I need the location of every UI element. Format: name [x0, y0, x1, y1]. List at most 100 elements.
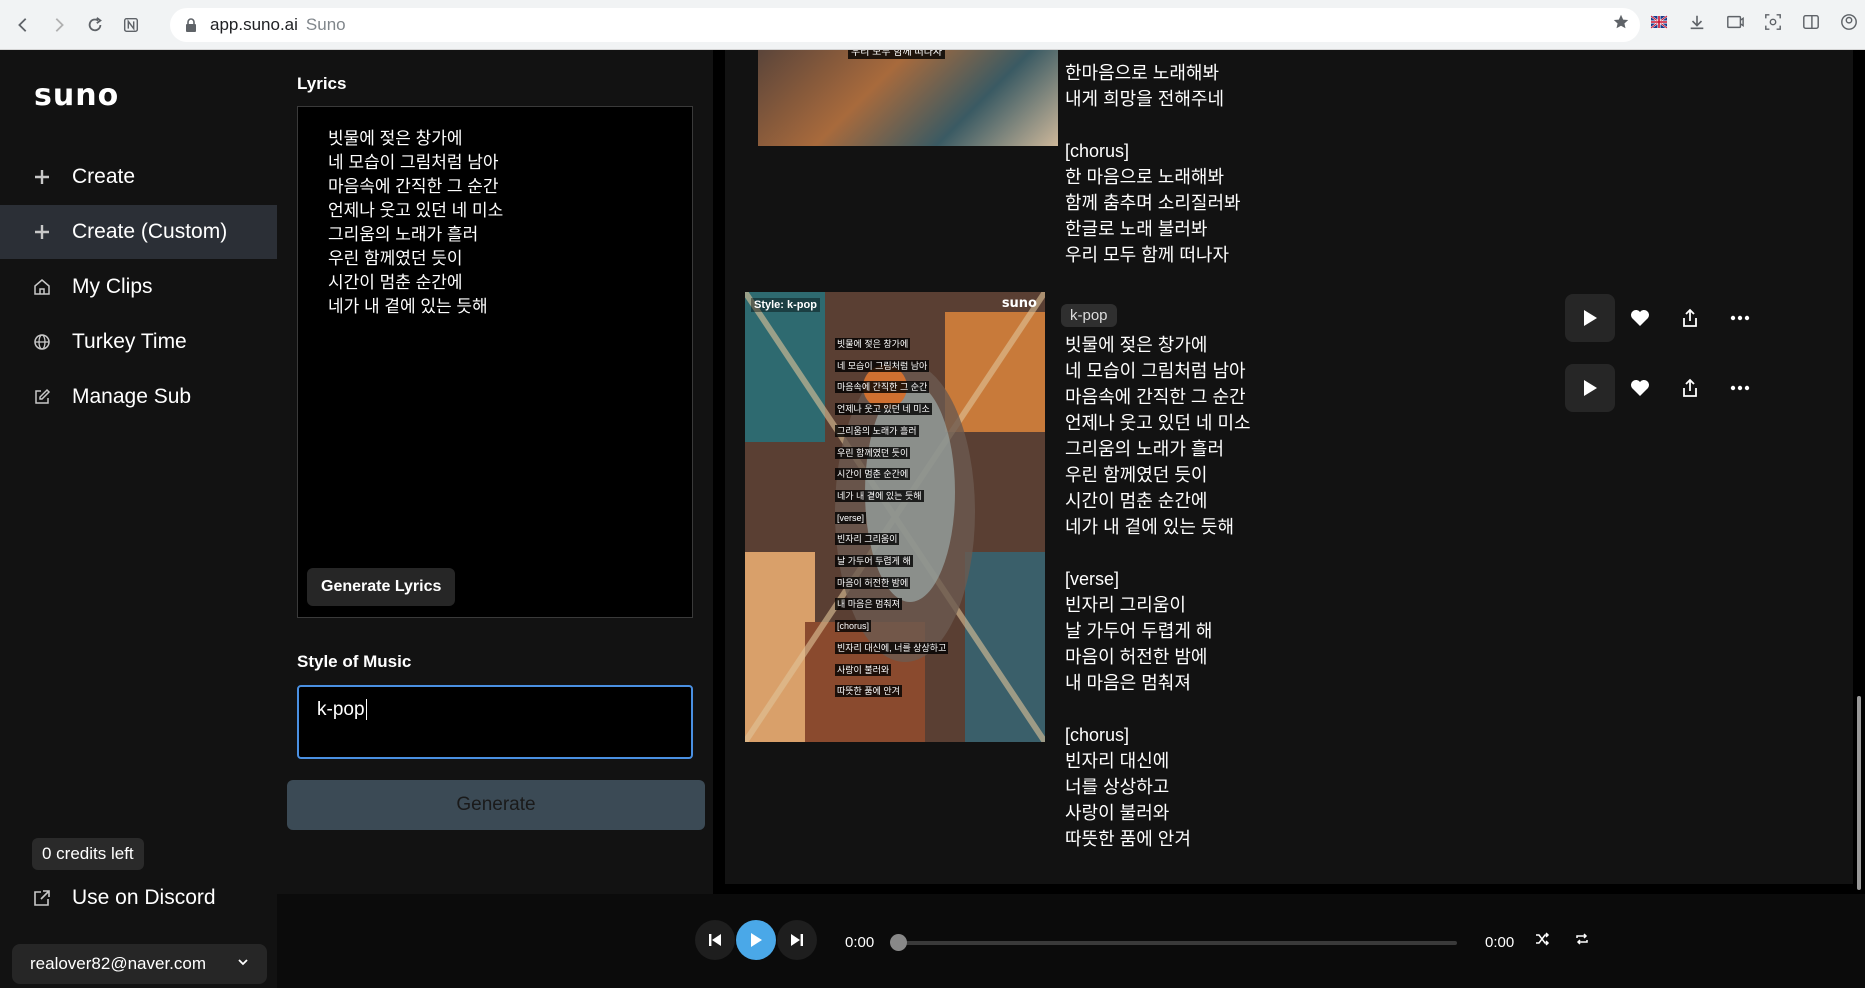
thumb-line: 빗물에 젖은 창가에 [835, 338, 911, 350]
style-input[interactable]: k-pop [297, 685, 693, 759]
reload-icon[interactable] [82, 12, 108, 38]
sidebar-item-create[interactable]: Create [0, 150, 277, 204]
thumb-line: 네 모습이 그림처럼 남아 [835, 359, 930, 372]
notion-icon[interactable] [118, 12, 144, 38]
sidebar-item-label: My Clips [72, 275, 153, 298]
player-play-button[interactable] [736, 920, 776, 960]
suno-logo[interactable]: suno [34, 78, 119, 113]
profile-icon[interactable] [1837, 10, 1861, 34]
thumb-line: 마음속에 간직한 그 순간 [835, 381, 930, 394]
audio-player: 0:00 0:00 [277, 894, 1865, 988]
clip-card: Style: k-pop suno 빗물에 젖은 창가에 네 모습이 그림처럼 … [725, 274, 1853, 884]
globe-icon [32, 332, 52, 352]
lyrics-line: 언제나 웃고 있던 네 미소 [328, 201, 504, 220]
play-icon [1584, 310, 1597, 326]
generate-lyrics-button[interactable]: Generate Lyrics [307, 568, 456, 606]
sidebar-item-label: Create [72, 165, 136, 188]
flag-extension-icon[interactable] [1647, 10, 1671, 34]
url-host: app.suno.ai [210, 15, 298, 34]
lyrics-line: 네가 내 곁에 있는 듯해 [328, 297, 488, 316]
clip-actions [1565, 364, 1765, 412]
address-bar[interactable]: app.suno.ai Suno [170, 8, 1640, 42]
thumb-line: 날 가두어 두렵게 해 [835, 555, 913, 568]
more-icon[interactable] [1715, 294, 1765, 342]
clip-thumbnail[interactable]: Style: k-pop suno 빗물에 젖은 창가에 네 모습이 그림처럼 … [745, 292, 1045, 742]
thumb-line: 빈자리 대신에, 너를 상상하고 [835, 641, 949, 654]
plus-icon [32, 167, 52, 187]
sidebar-item-my-clips[interactable]: My Clips [0, 260, 277, 314]
account-email: realover82@naver.com [30, 954, 207, 973]
thumb-line: [chorus] [835, 620, 872, 633]
clip-card: 우리 모두 함께 떠나자 한마음으로 노래해봐 내게 희망을 전해주네 [cho… [725, 50, 1853, 312]
style-tag[interactable]: k-pop [1061, 304, 1117, 327]
thumb-line: 시간이 멈춘 순간에 [835, 468, 911, 481]
play-icon [1584, 380, 1597, 396]
skip-back-icon [709, 934, 721, 946]
lyrics-line: 빗물에 젖은 창가에 [328, 129, 463, 148]
external-link-icon [32, 888, 52, 908]
feed-scrollbar[interactable] [1857, 696, 1861, 890]
share-icon[interactable] [1665, 294, 1715, 342]
discord-link[interactable]: Use on Discord [32, 874, 216, 922]
time-current: 0:00 [845, 934, 875, 951]
create-form: Lyrics 빗물에 젖은 창가에 네 모습이 그림처럼 남아 마음속에 간직한… [277, 50, 713, 894]
cast-icon[interactable] [1723, 10, 1747, 34]
forward-icon[interactable] [46, 12, 72, 38]
generate-button[interactable]: Generate [287, 780, 705, 830]
plus-icon [32, 222, 52, 242]
page-title: Suno [305, 15, 346, 34]
lyrics-line: 그리움의 노래가 흘러 [328, 225, 479, 244]
download-icon[interactable] [1685, 10, 1709, 34]
chevron-down-icon [238, 959, 248, 966]
thumb-line: 언제나 웃고 있던 네 미소 [835, 403, 932, 416]
previous-button[interactable] [695, 920, 735, 960]
thumb-line: 마음이 허전한 밤에 [835, 576, 911, 589]
thumb-line: [verse] [835, 511, 867, 524]
edit-icon [32, 387, 52, 407]
discord-label: Use on Discord [72, 886, 216, 909]
account-menu[interactable]: realover82@naver.com [12, 944, 267, 984]
clip-lyrics: 한마음으로 노래해봐 내게 희망을 전해주네 [chorus] 한 마음으로 노… [1065, 63, 1241, 265]
repeat-icon[interactable] [1567, 924, 1597, 954]
skip-forward-icon [791, 934, 803, 946]
clip-lyrics: 빗물에 젖은 창가에 네 모습이 그림처럼 남아 마음속에 간직한 그 순간 언… [1065, 335, 1251, 849]
progress-handle[interactable] [890, 934, 907, 951]
sidebar-item-label: Create (Custom) [72, 220, 228, 243]
thumb-style-label: Style: k-pop [751, 298, 820, 312]
home-icon [32, 277, 52, 297]
sidebar-item-create-custom[interactable]: Create (Custom) [0, 205, 277, 259]
play-button[interactable] [1565, 294, 1615, 342]
clip-actions [1565, 294, 1765, 342]
lyrics-textarea[interactable]: 빗물에 젖은 창가에 네 모습이 그림처럼 남아 마음속에 간직한 그 순간 언… [297, 106, 693, 618]
progress-track[interactable] [895, 941, 1457, 945]
clip-thumbnail[interactable]: 우리 모두 함께 떠나자 [758, 50, 1058, 146]
sidebar-item-manage-sub[interactable]: Manage Sub [0, 370, 277, 424]
thumb-line: 따뜻한 품에 안겨 [835, 685, 902, 698]
screenshot-icon[interactable] [1761, 10, 1785, 34]
style-label: Style of Music [297, 652, 412, 671]
lyrics-line: 우린 함께였던 듯이 [328, 249, 463, 268]
back-icon[interactable] [10, 12, 36, 38]
thumb-line: 사랑이 불러와 [835, 663, 892, 676]
like-icon[interactable] [1615, 294, 1665, 342]
clips-feed: 우리 모두 함께 떠나자 한마음으로 노래해봐 내게 희망을 전해주네 [cho… [713, 50, 1865, 894]
sidebar-item-label: Manage Sub [72, 385, 192, 408]
sidebar-item-turkey-time[interactable]: Turkey Time [0, 315, 277, 369]
lyrics-line: 시간이 멈춘 순간에 [328, 273, 463, 292]
play-button[interactable] [1565, 364, 1615, 412]
thumb-line: 그리움의 노래가 흘러 [835, 424, 919, 437]
style-value: k-pop [317, 699, 365, 720]
shuffle-icon[interactable] [1527, 924, 1557, 954]
sidebar-toggle-icon[interactable] [1799, 10, 1823, 34]
thumb-line: 우린 함께였던 듯이 [835, 446, 911, 459]
next-button[interactable] [777, 920, 817, 960]
thumb-line: 내 마음은 멈춰져 [835, 598, 902, 611]
time-total: 0:00 [1485, 934, 1515, 951]
more-icon[interactable] [1715, 364, 1765, 412]
share-icon[interactable] [1665, 364, 1715, 412]
thumb-line: 빈자리 그리움이 [835, 533, 900, 546]
sidebar-item-label: Turkey Time [72, 330, 187, 353]
star-icon[interactable] [1609, 10, 1633, 34]
like-icon[interactable] [1615, 364, 1665, 412]
thumb-suno-logo: suno [1001, 296, 1037, 311]
